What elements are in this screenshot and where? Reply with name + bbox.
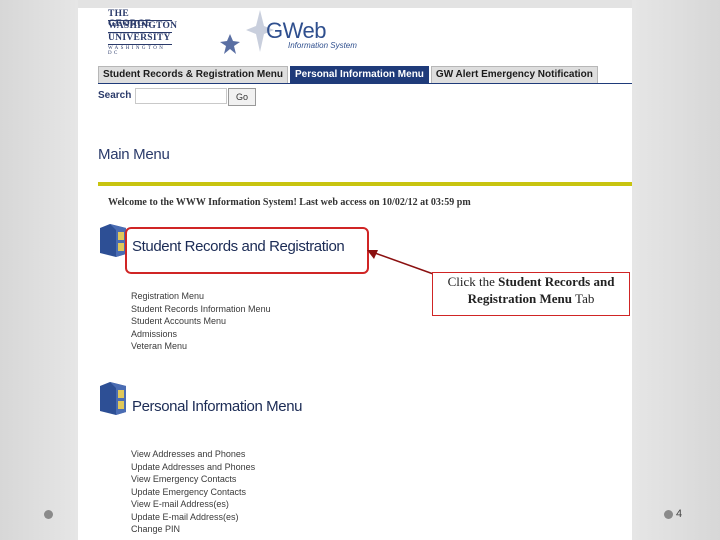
app-subtitle: Information System	[288, 41, 357, 50]
menu-item-update-emergency-contacts[interactable]: Update Emergency Contacts	[131, 486, 255, 499]
menu-item-registration[interactable]: Registration Menu	[131, 290, 271, 303]
callout-box: Click the Student Records and Registrati…	[432, 272, 630, 316]
callout-prefix: Click the	[447, 274, 499, 289]
slide-right-margin	[632, 0, 720, 540]
file-cabinet-icon	[100, 382, 126, 415]
tab-personal-information[interactable]: Personal Information Menu	[290, 66, 429, 84]
logo-line-3: UNIVERSITY	[108, 33, 171, 43]
divider	[98, 182, 632, 186]
page-title: Main Menu	[98, 146, 170, 163]
section-title-personal-information[interactable]: Personal Information Menu	[132, 398, 303, 415]
search-label: Search	[98, 90, 132, 101]
slide-dot-right	[664, 510, 673, 519]
menu-item-view-email[interactable]: View E-mail Address(es)	[131, 498, 255, 511]
menu-item-view-addresses[interactable]: View Addresses and Phones	[131, 448, 255, 461]
go-button[interactable]: Go	[228, 88, 256, 106]
menu-item-update-email[interactable]: Update E-mail Address(es)	[131, 511, 255, 524]
university-logo: THE GEORGE WASHINGTON UNIVERSITY WASHING…	[108, 8, 177, 56]
browser-screen: THE GEORGE WASHINGTON UNIVERSITY WASHING…	[78, 8, 632, 540]
menu-item-change-pin[interactable]: Change PIN	[131, 523, 255, 536]
menu-item-admissions[interactable]: Admissions	[131, 328, 271, 341]
file-cabinet-icon	[100, 224, 126, 257]
menu-item-view-emergency-contacts[interactable]: View Emergency Contacts	[131, 473, 255, 486]
logo-line-4: WASHINGTON DC	[108, 46, 166, 56]
student-records-menu-list: Registration Menu Student Records Inform…	[131, 290, 271, 353]
slide-dot-left	[44, 510, 53, 519]
menu-item-student-records-information[interactable]: Student Records Information Menu	[131, 303, 271, 316]
logo-line-2: WASHINGTON	[108, 21, 178, 31]
highlight-box	[125, 227, 369, 274]
tab-underline	[98, 83, 632, 84]
menu-item-student-accounts[interactable]: Student Accounts Menu	[131, 315, 271, 328]
tab-bar: Student Records & Registration Menu Pers…	[98, 66, 600, 84]
callout-suffix: Tab	[572, 291, 595, 306]
tab-gw-alert[interactable]: GW Alert Emergency Notification	[430, 66, 598, 84]
logo-rule	[108, 44, 172, 45]
menu-item-update-addresses[interactable]: Update Addresses and Phones	[131, 461, 255, 474]
tab-student-records[interactable]: Student Records & Registration Menu	[98, 66, 289, 84]
search-input[interactable]	[135, 88, 227, 104]
slide-left-margin	[0, 0, 78, 540]
page-number: 4	[676, 508, 683, 520]
personal-information-menu-list: View Addresses and Phones Update Address…	[131, 448, 255, 536]
menu-item-veteran[interactable]: Veteran Menu	[131, 340, 271, 353]
welcome-message: Welcome to the WWW Information System! L…	[108, 197, 471, 208]
